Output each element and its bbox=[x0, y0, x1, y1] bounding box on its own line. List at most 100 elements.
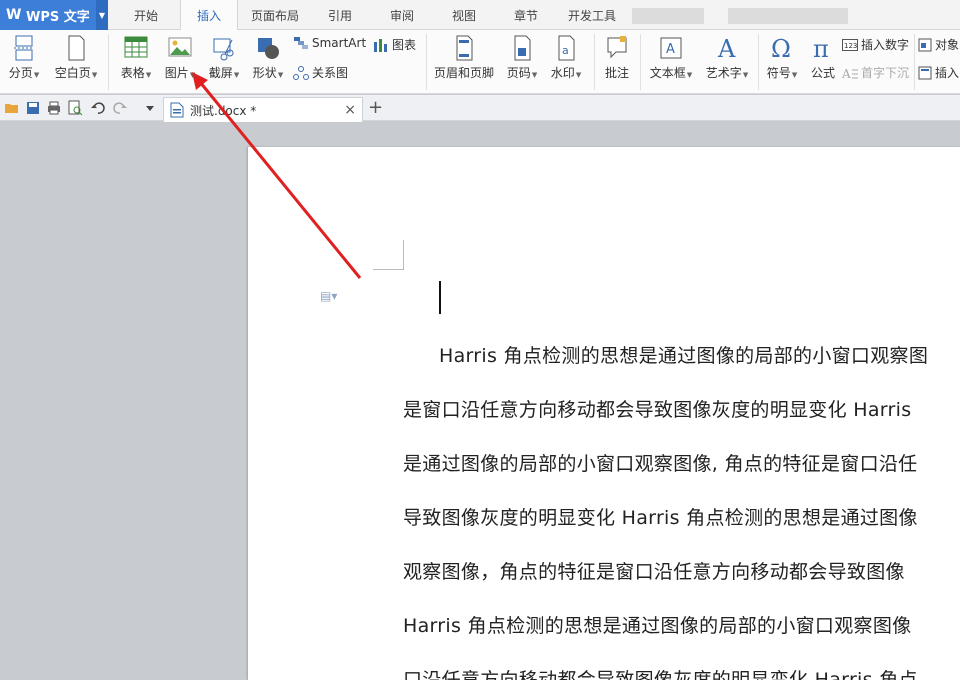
symbol-label: 符号 bbox=[766, 66, 791, 80]
chevron-down-icon[interactable]: ▼ bbox=[96, 0, 108, 30]
document-icon bbox=[170, 102, 184, 118]
textbox-label: 文本框 bbox=[649, 66, 686, 80]
shape-label: 形状 bbox=[252, 66, 277, 80]
close-icon[interactable]: × bbox=[344, 102, 356, 118]
screenshot-label: 截屏 bbox=[208, 66, 233, 80]
redo-icon[interactable] bbox=[112, 100, 128, 116]
page-number-button[interactable]: 页码▼ bbox=[502, 34, 542, 81]
picture-label: 图片 bbox=[164, 66, 189, 80]
svg-text:123: 123 bbox=[844, 42, 857, 50]
object-label: 对象 bbox=[935, 38, 960, 52]
smartart-button[interactable]: SmartArt bbox=[293, 36, 366, 50]
margin-marker bbox=[403, 240, 404, 270]
save-icon[interactable] bbox=[25, 100, 41, 116]
tab-insert[interactable]: 插入 bbox=[180, 0, 238, 31]
formula-label: 公式 bbox=[810, 66, 835, 80]
redacted-tab bbox=[728, 8, 848, 24]
blank-page-button[interactable]: 空白页▼ bbox=[50, 34, 102, 81]
app-title: WPS 文字 bbox=[26, 9, 90, 25]
textbox-button[interactable]: A 文本框▼ bbox=[646, 34, 696, 81]
tab-chapter[interactable]: 章节 bbox=[500, 0, 552, 30]
header-footer-label: 页眉和页脚 bbox=[433, 66, 494, 80]
screenshot-button[interactable]: 截屏▼ bbox=[204, 34, 244, 81]
drop-cap-button[interactable]: A 首字下沉 bbox=[842, 64, 909, 81]
tab-developer[interactable]: 开发工具 bbox=[560, 0, 624, 30]
document-line[interactable]: Harris 角点检测的思想是通过图像的局部的小窗口观察图 bbox=[439, 341, 928, 368]
document-line[interactable]: 是通过图像的局部的小窗口观察图像, 角点的特征是窗口沿任 bbox=[403, 449, 917, 476]
insert-file-icon bbox=[918, 66, 932, 79]
relation-diagram-button[interactable]: 关系图 bbox=[293, 64, 348, 81]
new-tab-button[interactable]: + bbox=[368, 97, 383, 118]
wordart-icon: A bbox=[717, 35, 736, 62]
picture-button[interactable]: 图片▼ bbox=[160, 34, 200, 81]
watermark-button[interactable]: a 水印▼ bbox=[546, 34, 586, 81]
text-cursor bbox=[439, 281, 441, 314]
table-label: 表格 bbox=[120, 66, 145, 80]
svg-text:A: A bbox=[666, 42, 675, 57]
page-break-icon bbox=[14, 35, 34, 61]
page-break-button[interactable]: 分页▼ bbox=[4, 34, 44, 81]
table-icon bbox=[124, 36, 148, 58]
page-number-icon bbox=[514, 35, 531, 61]
page-break-label: 分页 bbox=[8, 66, 33, 80]
document-tab-name: 测试.docx * bbox=[190, 103, 257, 118]
relation-icon bbox=[293, 65, 309, 80]
print-preview-icon[interactable] bbox=[67, 100, 83, 116]
ribbon-insert: 分页▼ 空白页▼ 表格▼ 图片▼ 截屏▼ 形状▼ SmartArt 图表 关系图… bbox=[0, 30, 960, 94]
insert-number-button[interactable]: 123 插入数字 bbox=[842, 36, 909, 53]
comment-button[interactable]: 批注 bbox=[600, 34, 634, 81]
margin-marker bbox=[373, 269, 404, 270]
document-line[interactable]: 导致图像灰度的明显变化 Harris 角点检测的思想是通过图像 bbox=[403, 503, 918, 530]
shape-button[interactable]: 形状▼ bbox=[248, 34, 288, 81]
svg-text:A: A bbox=[842, 67, 851, 79]
shape-icon bbox=[258, 38, 279, 59]
relation-label: 关系图 bbox=[312, 66, 349, 80]
watermark-icon: a bbox=[558, 35, 575, 61]
divider bbox=[640, 34, 641, 90]
textbox-icon: A bbox=[660, 37, 682, 59]
svg-text:Ω: Ω bbox=[771, 35, 791, 62]
drop-cap-label: 首字下沉 bbox=[861, 66, 910, 80]
undo-icon[interactable] bbox=[90, 100, 106, 116]
divider bbox=[426, 34, 427, 90]
document-line[interactable]: Harris 角点检测的思想是通过图像的局部的小窗口观察图像 bbox=[403, 611, 911, 638]
svg-text:A: A bbox=[717, 35, 736, 62]
chevron-down-icon[interactable] bbox=[142, 100, 158, 116]
tab-references[interactable]: 引用 bbox=[314, 0, 366, 30]
page-number-label: 页码 bbox=[506, 66, 531, 80]
header-footer-button[interactable]: 页眉和页脚 bbox=[432, 34, 496, 81]
chart-button[interactable]: 图表 bbox=[373, 36, 416, 53]
insert-more-button[interactable]: 插入 bbox=[918, 64, 959, 81]
print-icon[interactable] bbox=[46, 100, 62, 116]
tab-page-layout[interactable]: 页面布局 bbox=[240, 0, 310, 30]
wps-logo-icon: W bbox=[6, 7, 22, 23]
tab-home[interactable]: 开始 bbox=[118, 0, 174, 30]
symbol-button[interactable]: Ω 符号▼ bbox=[762, 34, 802, 81]
document-line[interactable]: 口沿任意方向移动都会导致图像灰度的明显变化 Harris 角点 bbox=[403, 665, 918, 680]
open-folder-icon[interactable] bbox=[4, 100, 20, 116]
pi-icon: π bbox=[813, 35, 829, 62]
app-menu-button[interactable]: W WPS 文字 ▼ bbox=[0, 0, 108, 30]
table-button[interactable]: 表格▼ bbox=[116, 34, 156, 81]
comment-icon bbox=[607, 36, 627, 59]
tab-view[interactable]: 视图 bbox=[438, 0, 490, 30]
comment-label: 批注 bbox=[604, 66, 629, 80]
object-button[interactable]: 对象 bbox=[918, 36, 959, 53]
paragraph-menu-icon[interactable]: ▤▾ bbox=[320, 289, 337, 303]
redacted-tab bbox=[632, 8, 704, 24]
formula-button[interactable]: π 公式 bbox=[806, 34, 840, 81]
screenshot-icon bbox=[213, 38, 234, 61]
drop-cap-icon: A bbox=[842, 67, 858, 79]
header-footer-icon bbox=[456, 35, 473, 61]
document-line[interactable]: 观察图像，角点的特征是窗口沿任意方向移动都会导致图像 bbox=[403, 557, 905, 584]
chart-label: 图表 bbox=[392, 38, 417, 52]
chart-icon bbox=[374, 38, 387, 52]
quick-access-toolbar bbox=[0, 95, 960, 121]
tab-review[interactable]: 审阅 bbox=[376, 0, 428, 30]
document-tab[interactable]: 测试.docx * × bbox=[163, 97, 363, 122]
wordart-button[interactable]: A 艺术字▼ bbox=[702, 34, 752, 81]
divider bbox=[758, 34, 759, 90]
document-line[interactable]: 是窗口沿任意方向移动都会导致图像灰度的明显变化 Harris bbox=[403, 395, 911, 422]
divider bbox=[594, 34, 595, 90]
smartart-icon bbox=[294, 37, 308, 49]
